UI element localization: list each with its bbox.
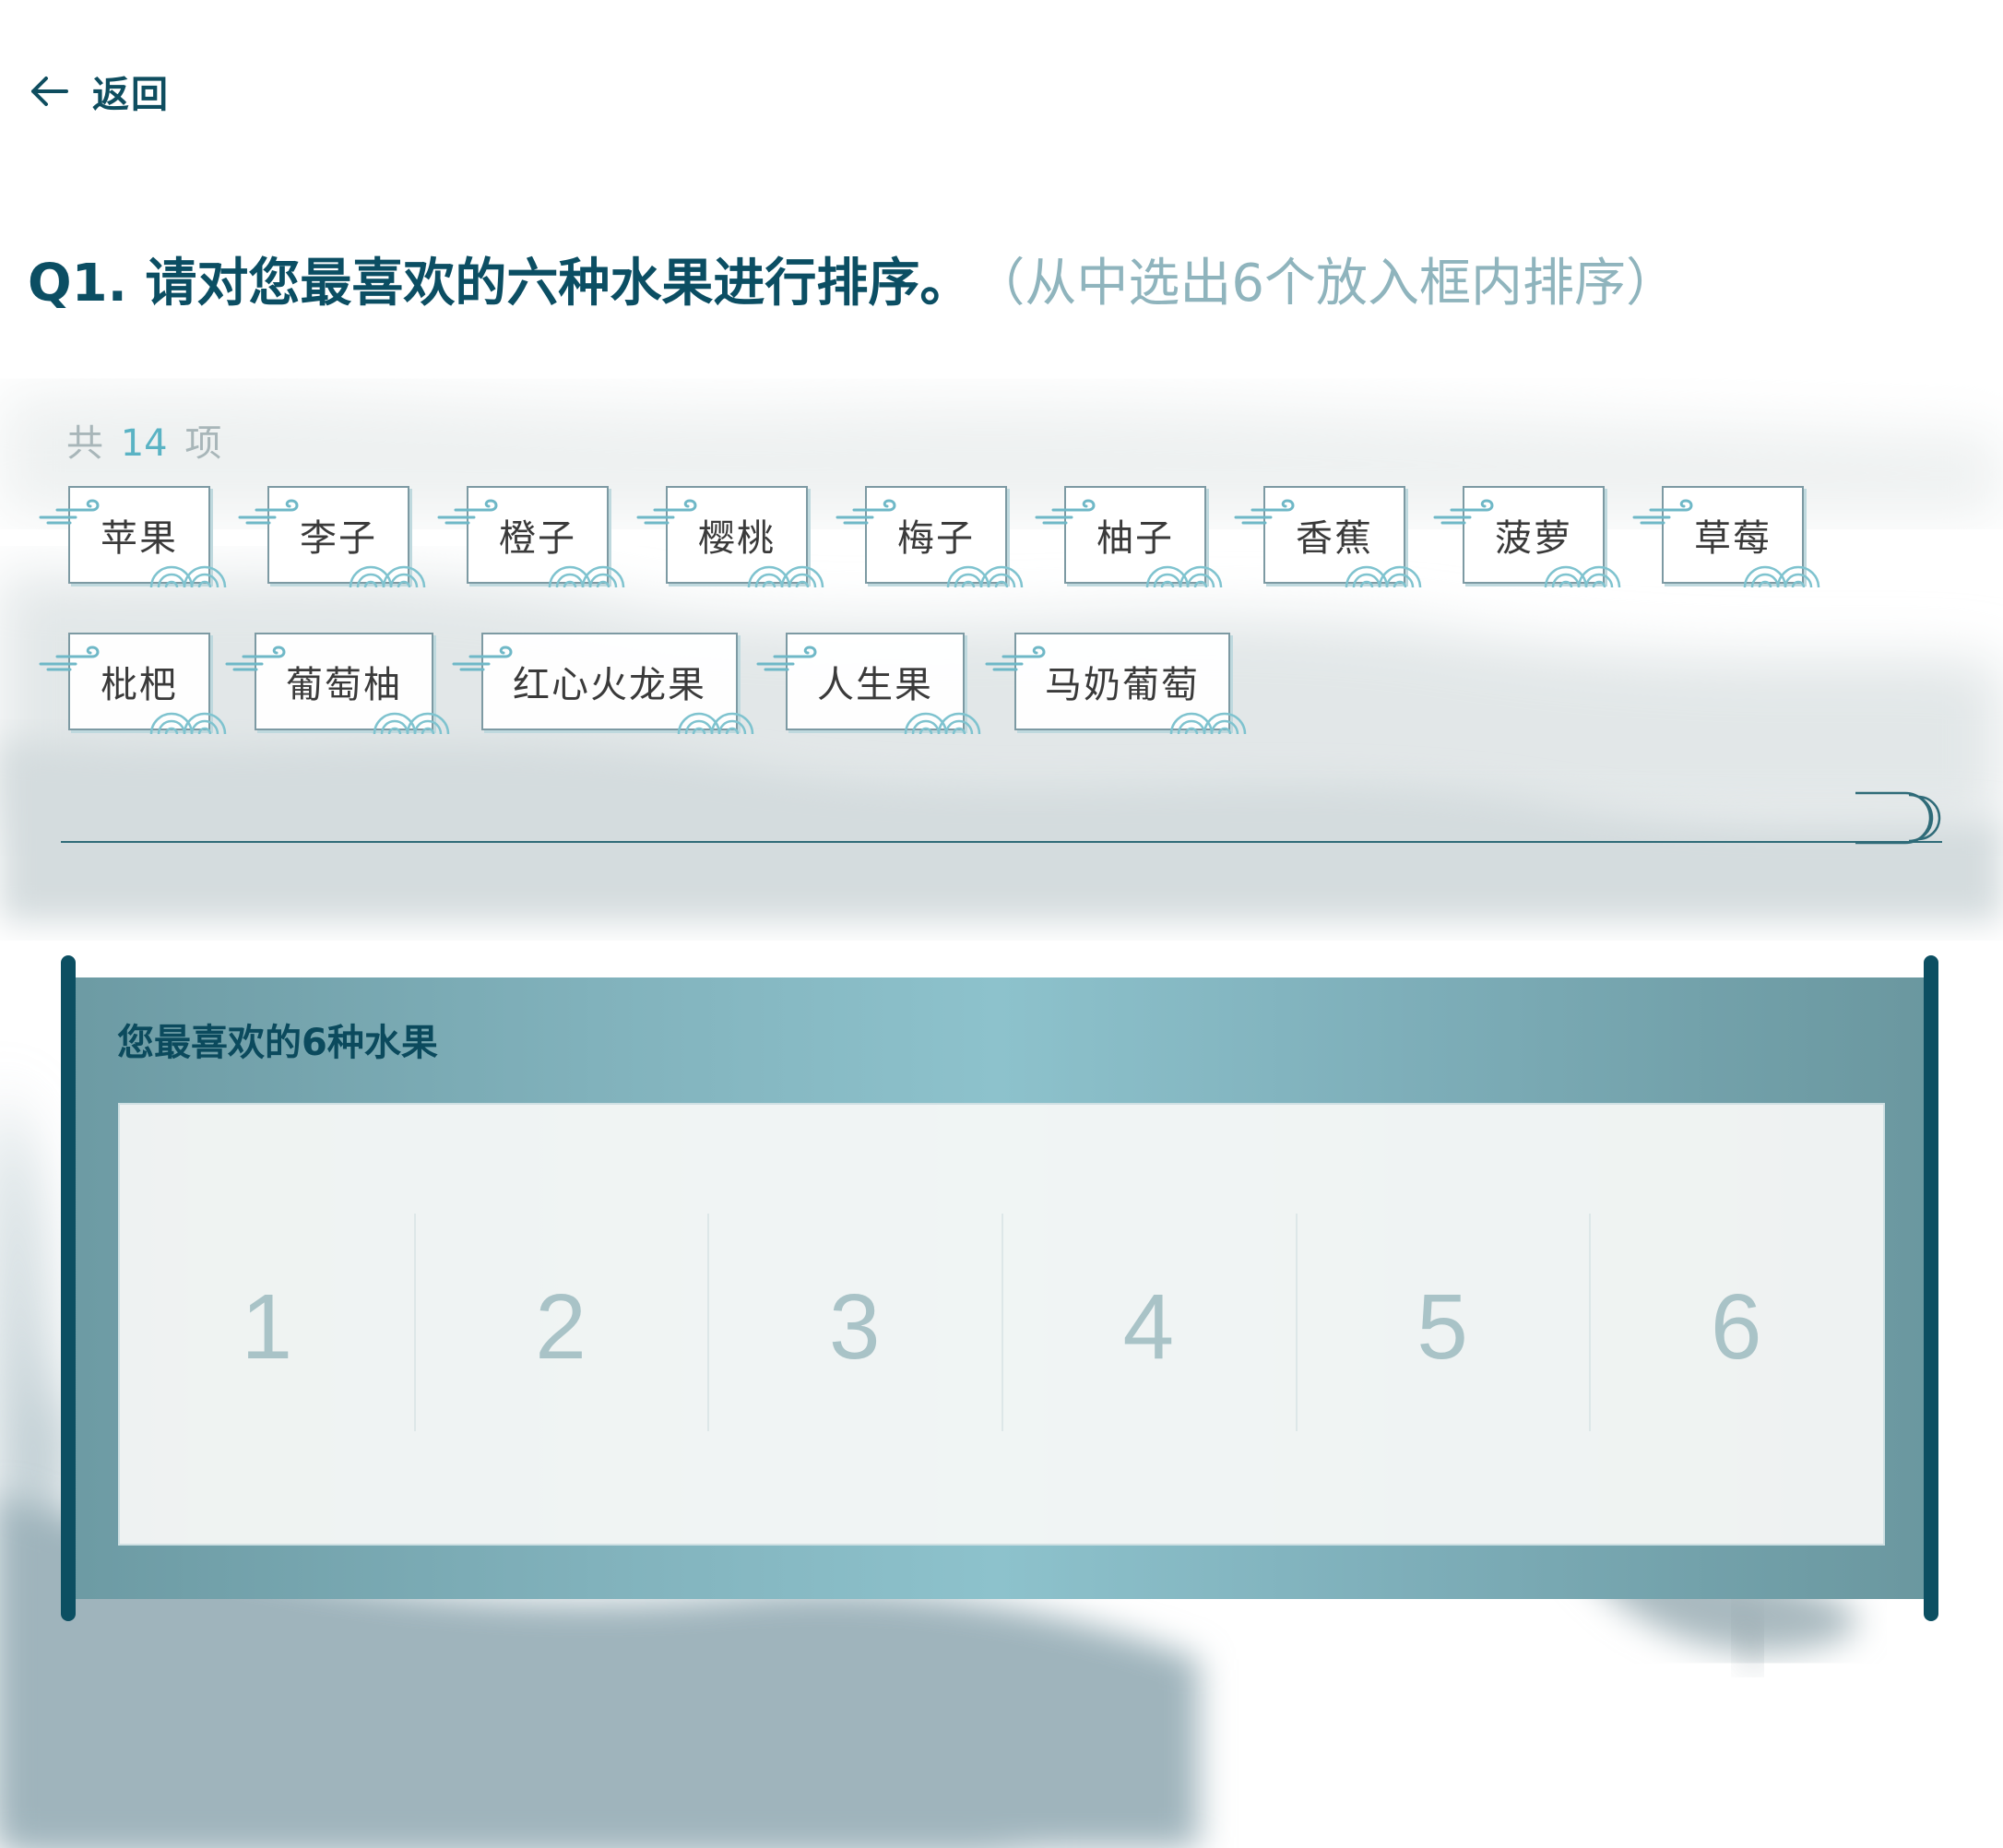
count-value: 14 [120,422,168,465]
question-text: Q1. 请对您最喜欢的六种水果进行排序。 [28,254,972,314]
option-card[interactable]: 葡萄柚 [225,633,450,735]
rank-number: 5 [1416,1275,1468,1379]
count-suffix: 项 [184,422,222,465]
option-card[interactable]: 菠萝 [1433,486,1621,588]
option-card[interactable]: 马奶葡萄 [985,633,1247,735]
option-card[interactable]: 苹果 [39,486,227,588]
option-label: 红心火龙果 [513,664,706,706]
count-prefix: 共 [66,422,103,465]
option-label: 柚子 [1096,517,1174,560]
arrow-left-icon [31,77,68,106]
rank-slot[interactable]: 3 [707,1105,1002,1544]
rank-number: 1 [241,1275,293,1379]
option-label: 菠萝 [1495,517,1572,560]
scroll-rod-right [1924,955,1938,1621]
option-label: 香蕉 [1296,517,1373,560]
option-label: 梅子 [897,517,975,560]
option-card[interactable]: 柚子 [1035,486,1223,588]
option-card[interactable]: 红心火龙果 [452,633,754,735]
option-card[interactable]: 香蕉 [1234,486,1422,588]
back-label: 返回 [92,74,170,116]
rank-number: 6 [1710,1275,1762,1379]
rank-slot[interactable]: 5 [1295,1105,1590,1544]
option-label: 葡萄柚 [286,664,402,706]
back-button[interactable]: 返回 [26,65,170,118]
option-label: 李子 [300,517,377,560]
rank-slot[interactable]: 1 [120,1105,414,1544]
rank-number: 4 [1122,1275,1175,1379]
option-card[interactable]: 人生果 [756,633,981,735]
question-title: Q1. 请对您最喜欢的六种水果进行排序。 （从中选出6个放入框内排序） [28,242,1677,316]
ranking-title: 您最喜欢的6种水果 [117,1022,438,1064]
rank-number: 2 [535,1275,587,1379]
rank-slot[interactable]: 6 [1589,1105,1883,1544]
option-label: 苹果 [101,517,178,560]
rank-number: 3 [828,1275,881,1379]
item-count: 共 14 项 [66,413,221,467]
option-label: 橙子 [499,517,576,560]
option-card[interactable]: 李子 [238,486,426,588]
option-label: 马奶葡萄 [1045,664,1200,706]
scroll-rod-left [61,955,76,1621]
option-label: 樱桃 [698,517,776,560]
option-label: 人生果 [817,664,933,706]
section-divider [61,841,1942,843]
option-label: 枇杷 [101,664,178,706]
rank-slot[interactable]: 4 [1002,1105,1296,1544]
option-card[interactable]: 草莓 [1632,486,1820,588]
option-card[interactable]: 梅子 [836,486,1024,588]
ranking-drop-zone: 1 2 3 4 5 6 [118,1103,1885,1546]
option-card[interactable]: 樱桃 [636,486,824,588]
scroll-end-ornament-icon [1855,791,1941,845]
option-label: 草莓 [1694,517,1772,560]
option-card[interactable]: 枇杷 [39,633,227,735]
question-hint: （从中选出6个放入框内排序） [999,254,1677,314]
option-card[interactable]: 橙子 [437,486,625,588]
rank-slot[interactable]: 2 [413,1105,708,1544]
